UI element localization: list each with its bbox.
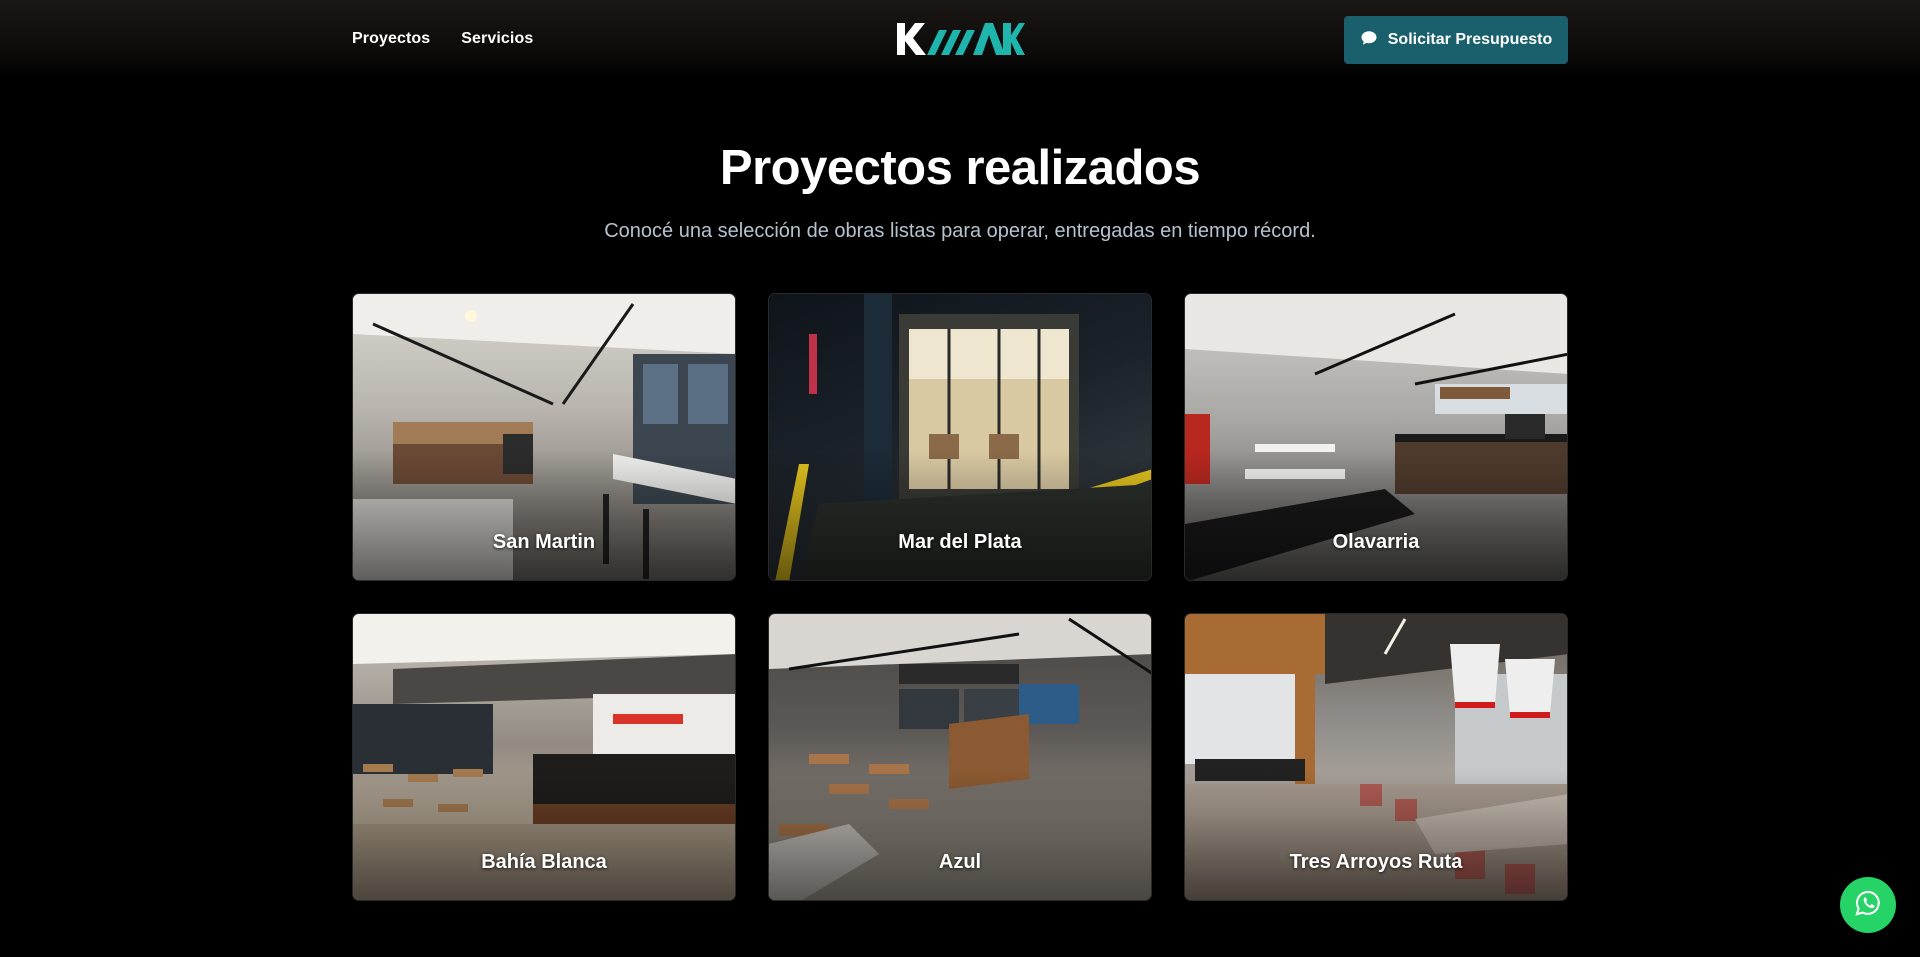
project-card-mar-del-plata[interactable]: Mar del Plata	[768, 293, 1152, 581]
project-name: San Martin	[492, 531, 596, 553]
logo-mark	[897, 23, 1025, 55]
page-title: Proyectos realizados	[719, 141, 1201, 195]
site-header: Proyectos Servicios Solicitar Presupuest…	[0, 0, 1920, 80]
request-quote-button[interactable]: Solicitar Presupuesto	[1344, 16, 1568, 64]
projects-grid: San Martin Mar del Plata Olavarria Bahía…	[352, 293, 1568, 901]
project-card-olavarria[interactable]: Olavarria	[1184, 293, 1568, 581]
whatsapp-icon	[1854, 889, 1882, 922]
card-shade	[353, 450, 735, 580]
card-shade	[769, 770, 1151, 900]
project-card-san-martin[interactable]: San Martin	[352, 293, 736, 581]
page-subtitle: Conocé una selección de obras listas par…	[604, 220, 1316, 242]
nav-proyectos[interactable]: Proyectos	[352, 30, 430, 48]
main-nav: Proyectos Servicios	[352, 30, 533, 48]
project-name: Bahía Blanca	[481, 851, 607, 873]
card-shade	[1185, 770, 1567, 900]
project-card-azul[interactable]: Azul	[768, 613, 1152, 901]
card-shade	[769, 450, 1151, 580]
whatsapp-button[interactable]	[1840, 877, 1896, 933]
project-card-bahia-blanca[interactable]: Bahía Blanca	[352, 613, 736, 901]
project-card-tres-arroyos-ruta[interactable]: Tres Arroyos Ruta	[1184, 613, 1568, 901]
kamak-logo[interactable]	[895, 20, 1025, 58]
project-name: Olavarria	[1332, 531, 1420, 553]
card-shade	[353, 770, 735, 900]
project-name: Tres Arroyos Ruta	[1289, 851, 1463, 873]
card-shade	[1185, 450, 1567, 580]
project-name: Azul	[938, 851, 982, 873]
chat-bubble-icon	[1360, 29, 1378, 52]
nav-servicios[interactable]: Servicios	[461, 30, 533, 48]
request-quote-label: Solicitar Presupuesto	[1387, 31, 1553, 48]
project-name: Mar del Plata	[898, 531, 1022, 553]
